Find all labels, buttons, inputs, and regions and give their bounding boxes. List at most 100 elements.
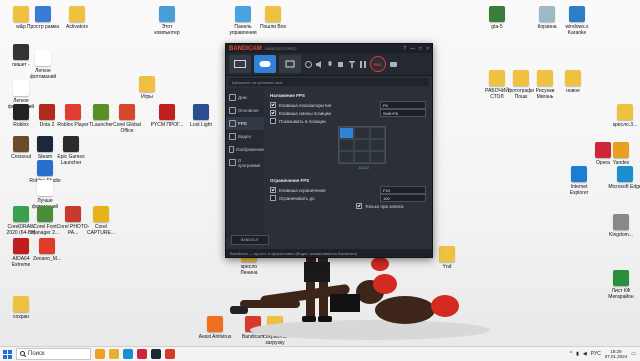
start-button[interactable]: [0, 347, 14, 361]
steam-taskbar-icon[interactable]: [151, 349, 161, 359]
speaker-icon[interactable]: [315, 60, 323, 68]
grid-cell[interactable]: [369, 151, 385, 163]
notifications-icon[interactable]: ▭: [631, 351, 636, 357]
setting-checkbox[interactable]: [270, 118, 276, 124]
opera-icon[interactable]: [137, 349, 147, 359]
help-button[interactable]: ?: [403, 46, 406, 52]
desktop-icon-label: PYCM ПРОГ...: [150, 122, 184, 128]
setting-checkbox[interactable]: [270, 195, 276, 201]
edge-icon[interactable]: [123, 349, 133, 359]
sidebar-item-5[interactable]: О программе: [226, 156, 264, 169]
grid-cell[interactable]: [354, 127, 370, 139]
desktop-icon-image: [13, 238, 29, 254]
desktop-icon[interactable]: кресло.3...: [608, 104, 640, 128]
desktop-icon[interactable]: Corel CAPTURE...: [84, 206, 118, 236]
minimize-button[interactable]: —: [410, 46, 415, 52]
volume-icon[interactable]: ◀: [583, 351, 587, 357]
desktop-icon[interactable]: PYCM ПРОГ...: [150, 104, 184, 128]
chevron-up-icon[interactable]: ^: [570, 351, 572, 357]
rec-button[interactable]: REC: [370, 56, 386, 72]
grid-cell[interactable]: [354, 139, 370, 151]
desktop-icon[interactable]: Легкое фотоманий: [26, 50, 60, 80]
grid-cell-top-left[interactable]: [339, 127, 355, 139]
desktop-icon-label: Corel Global Office: [113, 122, 141, 134]
bandicut-banner[interactable]: BANDICUT: [231, 235, 269, 245]
sidebar-item-2[interactable]: FPS: [226, 117, 264, 130]
desktop-icon[interactable]: Microsoft Edge: [608, 166, 640, 190]
grid-cell[interactable]: [339, 151, 355, 163]
setting-value-field[interactable]: Shift+F6: [380, 109, 426, 117]
microphone-icon[interactable]: [326, 60, 334, 68]
desktop-icon-image: [193, 104, 209, 120]
file-explorer-icon[interactable]: [109, 349, 119, 359]
game-mode-button[interactable]: [254, 55, 276, 73]
sidebar-item-1[interactable]: Основное: [226, 104, 264, 117]
desktop-icon[interactable]: Internet Explorer: [562, 166, 596, 196]
desktop-icon[interactable]: Панель управления: [226, 6, 260, 36]
desktop-icon[interactable]: сохран: [4, 296, 38, 320]
overlay-position-grid[interactable]: [338, 126, 386, 164]
desktop-icon[interactable]: Лист КФ Мегарайон: [604, 270, 638, 300]
desktop-icon[interactable]: windows.x Karaoke: [560, 6, 594, 36]
overlay-order-link[interactable]: ЗАКАЗ: [358, 166, 426, 170]
desktop-icon[interactable]: Activators: [60, 6, 94, 30]
target-window-bar[interactable]: Щёлкните на целевом окне: [229, 78, 429, 86]
maximize-button[interactable]: □: [419, 46, 422, 52]
grid-cell[interactable]: [339, 139, 355, 151]
screen-mode-button[interactable]: [229, 55, 251, 73]
desktop-icon[interactable]: Zenano_M...: [30, 238, 64, 262]
desktop-icon-image: [539, 6, 555, 22]
desktop-icon-label: Этот компьютер: [154, 24, 180, 36]
desktop-icon-image: [37, 136, 53, 152]
taskbar-search[interactable]: Поиск: [16, 348, 91, 360]
only-recording-checkbox[interactable]: [356, 203, 362, 209]
settings-row: Клавиша ограничения F10: [270, 186, 426, 194]
desktop-icon[interactable]: Kingdom...: [604, 214, 638, 238]
desktop-icon[interactable]: Corel Global Office: [110, 104, 144, 134]
setting-checkbox[interactable]: [270, 187, 276, 193]
sidebar-item-0[interactable]: Дом: [226, 91, 264, 104]
grid-cell[interactable]: [369, 139, 385, 151]
setting-value-field[interactable]: F10: [380, 186, 426, 194]
language-indicator[interactable]: РУС: [591, 351, 601, 357]
close-button[interactable]: ×: [426, 46, 429, 52]
setting-value-field[interactable]: 100: [380, 194, 426, 202]
bandicam-window: BANDICAM UNREGISTERED ? — □ × REC Щёлкни…: [225, 43, 433, 258]
bandicam-titlebar[interactable]: BANDICAM UNREGISTERED ? — □ ×: [226, 44, 432, 53]
desktop-icon[interactable]: Yandex: [604, 142, 638, 166]
desktop-icon-image: [571, 166, 587, 182]
desktop-icon-label: Пошли Bos: [259, 24, 287, 30]
grid-cell[interactable]: [354, 151, 370, 163]
desktop-icon-image: [39, 104, 55, 120]
desktop-icon[interactable]: Lost Light: [184, 104, 218, 128]
network-icon[interactable]: ▮: [576, 351, 579, 357]
sidebar-item-4[interactable]: Изображение: [226, 143, 264, 156]
text-icon[interactable]: [348, 60, 356, 68]
desktop-icon[interactable]: Игры: [130, 76, 164, 100]
window-controls: ? — □ ×: [403, 46, 429, 52]
desktop-icon[interactable]: gta-5: [480, 6, 514, 30]
desktop-icon-label: Internet Explorer: [569, 184, 589, 196]
device-mode-button[interactable]: [279, 55, 301, 73]
only-while-recording-option[interactable]: Только при записи: [356, 202, 426, 210]
webcam-icon[interactable]: [304, 60, 312, 68]
pause-icon[interactable]: [359, 60, 367, 68]
desktop-icon[interactable]: Этот компьютер: [150, 6, 184, 36]
desktop-icon[interactable]: Простр рамка: [26, 6, 60, 30]
webcam-overlay-icon[interactable]: [337, 60, 345, 68]
bandicam-taskbar-icon[interactable]: [165, 349, 175, 359]
desktop-icon-image: [613, 270, 629, 286]
sidebar-item-3[interactable]: Видео: [226, 130, 264, 143]
setting-value-field[interactable]: F6: [380, 101, 426, 109]
screenshot-icon[interactable]: [389, 60, 397, 68]
desktop-icon[interactable]: новое: [556, 70, 590, 94]
grid-cell[interactable]: [369, 127, 385, 139]
task-view-icon[interactable]: [95, 349, 105, 359]
desktop-icon[interactable]: Пошли Bos: [256, 6, 290, 30]
clock[interactable]: 18:29 07.01.2024: [605, 349, 628, 359]
desktop-icon-image: [159, 104, 175, 120]
desktop-icon-image: [13, 104, 29, 120]
setting-checkbox[interactable]: [270, 102, 276, 108]
desktop-icon[interactable]: Корзина: [530, 6, 564, 30]
setting-checkbox[interactable]: [270, 110, 276, 116]
